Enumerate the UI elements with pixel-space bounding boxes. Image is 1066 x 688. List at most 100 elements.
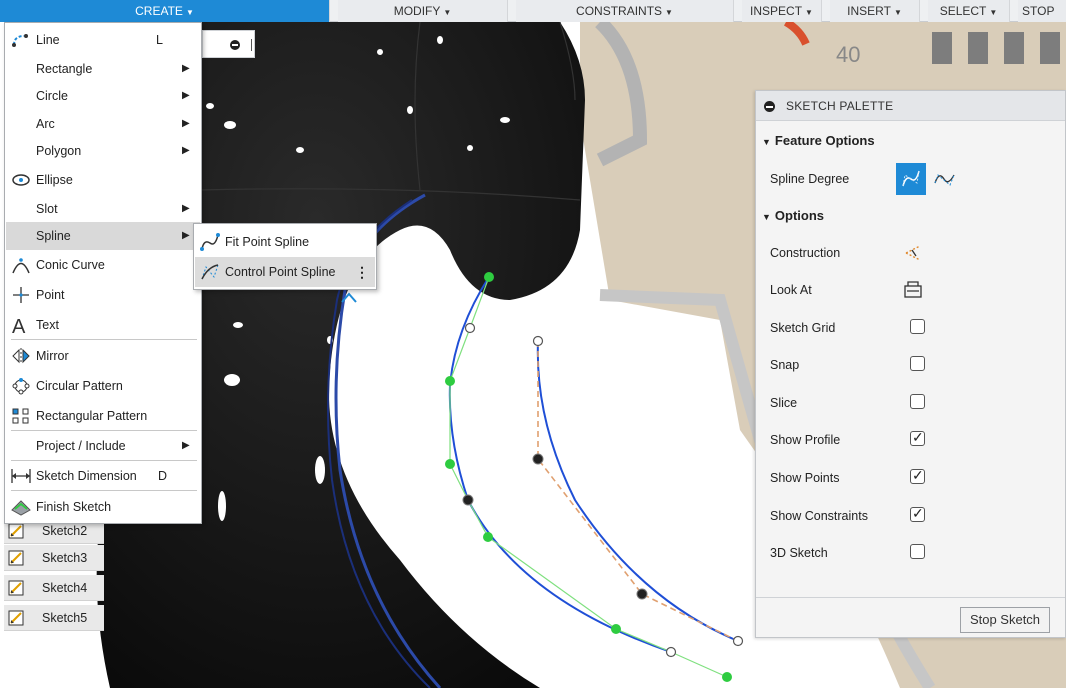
sketch-label: Sketch4: [42, 581, 88, 595]
3d-sketch-checkbox[interactable]: [910, 544, 925, 559]
constraints-label: CONSTRAINTS: [576, 4, 663, 18]
menu-item-mirror[interactable]: Mirror: [6, 342, 200, 370]
construction-row: Construction: [770, 243, 1060, 267]
spline-submenu: Fit Point Spline Control Point Spline ⋮: [193, 223, 377, 290]
feature-options-section[interactable]: ▼ Feature Options: [762, 133, 875, 148]
caret-down-icon: ▼: [989, 8, 998, 17]
show-points-checkbox[interactable]: [910, 467, 925, 484]
triangle-down-icon: ▼: [762, 212, 771, 222]
slice-row: Slice: [770, 393, 1060, 417]
menu-item-label: Project / Include: [36, 439, 126, 453]
stop-sketch-button[interactable]: Stop Sketch: [960, 607, 1050, 633]
menu-item-rectangle[interactable]: Rectangle ▶: [6, 55, 200, 83]
menu-item-label: Rectangular Pattern: [36, 409, 148, 423]
menu-item-slot[interactable]: Slot ▶: [6, 195, 200, 223]
caret-down-icon: ▼: [665, 8, 673, 17]
select-label: SELECT: [939, 4, 987, 18]
create-dropdown-menu: Line L Rectangle ▶ Circle ▶ Arc ▶ Polygo…: [4, 22, 202, 524]
ellipse-icon: [12, 174, 30, 186]
menu-divider: [11, 490, 197, 491]
menu-item-text[interactable]: A Text: [6, 311, 200, 339]
menu-item-line[interactable]: Line L: [6, 26, 200, 54]
menu-item-label: Rectangle: [36, 62, 93, 76]
menu-item-finish-sketch[interactable]: Finish Sketch: [6, 493, 200, 521]
control-point-spline-icon: [201, 264, 219, 280]
menu-item-point[interactable]: Point: [6, 281, 200, 309]
look-at-icon[interactable]: [902, 280, 924, 300]
triangle-down-icon: ▼: [762, 137, 771, 147]
create-menu-button[interactable]: CREATE ▼: [0, 0, 330, 22]
cubic-spline-icon: [902, 170, 920, 187]
slice-checkbox[interactable]: [910, 394, 925, 409]
palette-header[interactable]: SKETCH PALETTE: [756, 91, 1065, 121]
menu-item-project-include[interactable]: Project / Include ▶: [6, 432, 200, 460]
browser-item-sketch5[interactable]: Sketch5: [4, 605, 104, 631]
menu-item-label: Line: [36, 33, 60, 47]
submenu-arrow-icon: ▶: [182, 230, 190, 241]
menu-item-label: Spline: [36, 229, 71, 243]
caret-down-icon: ▼: [805, 8, 813, 17]
shortcut-label: D: [158, 469, 168, 483]
degree-5-button[interactable]: [930, 163, 960, 195]
fit-point-spline-icon: [200, 233, 220, 251]
submenu-item-fit-point-spline[interactable]: Fit Point Spline: [195, 227, 375, 257]
stop-label: STOP: [1022, 4, 1055, 18]
stop-menu-button[interactable]: STOP: [1018, 0, 1066, 22]
menu-item-polygon[interactable]: Polygon ▶: [6, 137, 200, 165]
options-section[interactable]: ▼ Options: [762, 208, 824, 223]
inspect-label: INSPECT: [750, 4, 803, 18]
row-label: Slice: [770, 396, 798, 410]
caret-down-icon: ▼: [185, 8, 194, 17]
sketch-icon: [8, 610, 24, 626]
menu-item-label: Conic Curve: [36, 258, 105, 272]
submenu-arrow-icon: ▶: [182, 203, 190, 214]
menu-item-label: Sketch Dimension: [36, 469, 137, 483]
menu-item-circular-pattern[interactable]: Circular Pattern: [6, 372, 200, 400]
submenu-item-control-point-spline[interactable]: Control Point Spline ⋮: [195, 257, 375, 287]
menu-item-conic-curve[interactable]: Conic Curve: [6, 251, 200, 279]
modify-label: MODIFY: [393, 4, 441, 18]
menu-item-circle[interactable]: Circle ▶: [6, 82, 200, 110]
select-menu-button[interactable]: SELECT ▼: [928, 0, 1010, 22]
sketch-label: Sketch5: [42, 611, 88, 625]
inspect-menu-button[interactable]: INSPECT ▼: [742, 0, 822, 22]
search-field[interactable]: [202, 30, 255, 58]
menu-item-label: Fit Point Spline: [225, 235, 310, 249]
sketch-palette: SKETCH PALETTE ▼ Feature Options Spline D…: [755, 90, 1066, 638]
dial-number: 40: [836, 42, 860, 67]
collapse-icon[interactable]: [764, 101, 775, 112]
submenu-arrow-icon: ▶: [182, 118, 190, 129]
text-icon: A: [12, 316, 26, 334]
palette-title: SKETCH PALETTE: [786, 99, 894, 113]
menu-item-rectangular-pattern[interactable]: Rectangular Pattern: [6, 402, 200, 430]
section-label: Options: [774, 208, 825, 223]
row-label: Show Points: [770, 471, 840, 485]
quintic-spline-icon: [934, 174, 955, 186]
circular-pattern-icon: [12, 378, 30, 395]
row-label: 3D Sketch: [770, 546, 828, 560]
menu-item-arc[interactable]: Arc ▶: [6, 110, 200, 138]
menu-item-spline[interactable]: Spline ▶: [6, 222, 200, 250]
row-label: Show Constraints: [770, 509, 868, 523]
more-options-icon[interactable]: ⋮: [355, 257, 369, 287]
menu-item-label: Point: [36, 288, 65, 302]
menu-item-label: Circular Pattern: [36, 379, 123, 393]
caret-down-icon: ▼: [893, 8, 902, 17]
submenu-arrow-icon: ▶: [182, 63, 190, 74]
insert-menu-button[interactable]: INSERT ▼: [830, 0, 920, 22]
construction-icon[interactable]: [902, 243, 924, 263]
menu-item-ellipse[interactable]: Ellipse: [6, 166, 200, 194]
browser-item-sketch4[interactable]: Sketch4: [4, 575, 104, 601]
3d-sketch-row: 3D Sketch: [770, 543, 1060, 567]
show-profile-checkbox[interactable]: [910, 429, 925, 446]
snap-checkbox[interactable]: [910, 356, 925, 371]
submenu-arrow-icon: ▶: [182, 145, 190, 156]
menu-item-sketch-dimension[interactable]: Sketch Dimension D: [6, 462, 200, 490]
degree-3-button[interactable]: [896, 163, 926, 195]
show-constraints-checkbox[interactable]: [910, 505, 925, 522]
sketch-grid-checkbox[interactable]: [910, 319, 925, 334]
modify-menu-button[interactable]: MODIFY ▼: [338, 0, 508, 22]
show-points-row: Show Points: [770, 467, 1060, 492]
browser-item-sketch3[interactable]: Sketch3: [4, 545, 104, 571]
constraints-menu-button[interactable]: CONSTRAINTS ▼: [516, 0, 734, 22]
